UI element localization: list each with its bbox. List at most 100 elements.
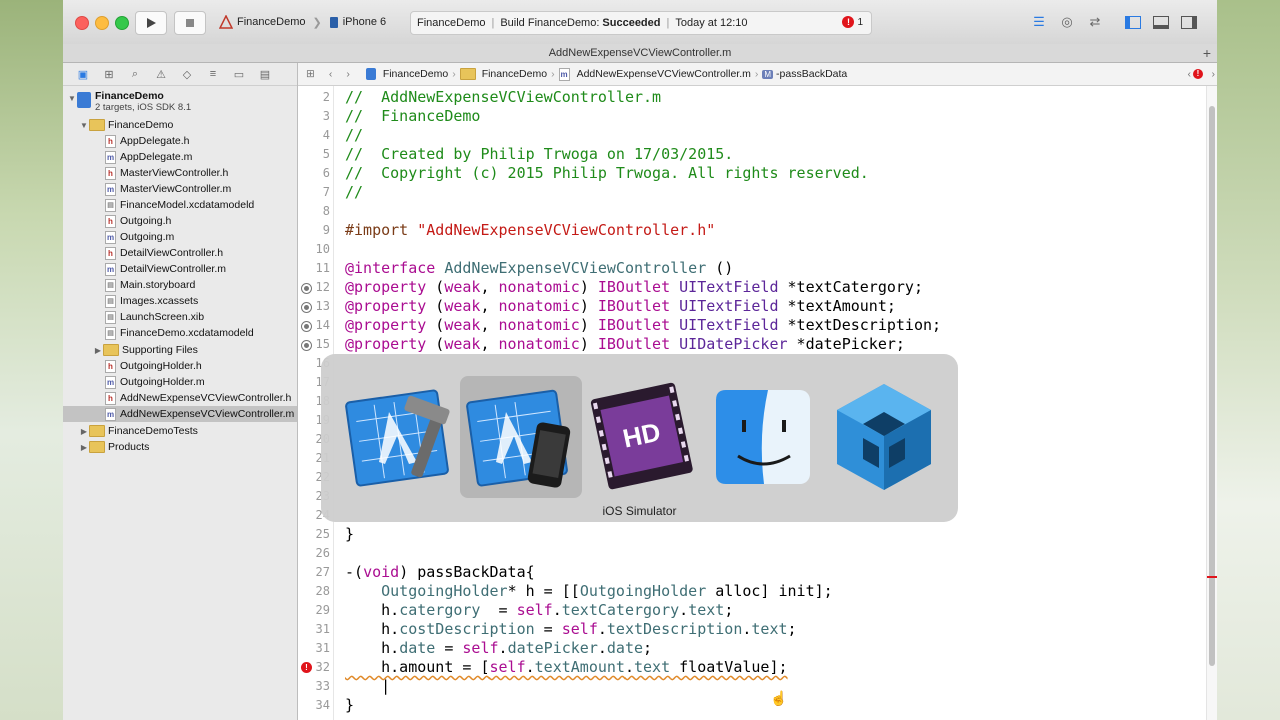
toggle-navigator-button[interactable] (1122, 12, 1144, 32)
disclosure-open-icon[interactable]: ▼ (67, 94, 77, 103)
code-line[interactable]: @property (weak, nonatomic) IBOutlet UIT… (345, 297, 896, 316)
outlet-connection-icon[interactable] (301, 283, 312, 294)
disclosure-closed-icon[interactable]: ▶ (93, 346, 103, 355)
breakpoint-icon[interactable]: ▭ (231, 66, 247, 82)
scheme-selector[interactable]: FinanceDemo ❯ iPhone 6 (219, 12, 386, 32)
forward-icon[interactable]: › (346, 68, 350, 80)
navigator-file[interactable]: h DetailViewController.h (105, 245, 223, 261)
code-line[interactable]: // (345, 126, 363, 145)
switcher-selected-label: iOS Simulator (602, 504, 677, 518)
add-tab-button[interactable]: + (1203, 44, 1211, 62)
jump-bar: ⊞ ‹ › FinanceDemo › FinanceDemo › m AddN… (298, 63, 1217, 86)
code-line[interactable]: // AddNewExpenseVCViewController.m (345, 88, 661, 107)
code-line[interactable]: @property (weak, nonatomic) IBOutlet UIT… (345, 278, 923, 297)
warning-icon[interactable]: ⚠ (153, 66, 169, 82)
zoom-window-button[interactable] (115, 16, 129, 30)
navigator-file[interactable]: m Outgoing.m (105, 229, 174, 245)
symbol-navigator-icon[interactable]: ⊞ (101, 66, 117, 82)
next-issue-icon[interactable]: › (1212, 68, 1216, 80)
outlet-connection-icon[interactable] (301, 321, 312, 332)
navigator-group[interactable]: ▶ Supporting Files (93, 342, 198, 358)
navigator-file[interactable]: ▤ FinanceModel.xcdatamodeld (105, 197, 254, 213)
previous-issue-icon[interactable]: ‹ (1188, 68, 1192, 80)
disclosure-closed-icon[interactable]: ▶ (79, 443, 89, 452)
app-slot-hd-video[interactable]: HD (581, 376, 703, 498)
code-line[interactable]: } (345, 696, 354, 715)
app-slot-finder[interactable] (702, 376, 824, 498)
navigator-file[interactable]: m OutgoingHolder.m (105, 374, 205, 390)
editor-scrollbar[interactable] (1206, 86, 1217, 720)
jumpbar-group[interactable]: FinanceDemo (459, 68, 547, 80)
related-items-icon[interactable]: ⊞ (306, 68, 315, 80)
version-editor-button[interactable]: ⇄ (1084, 12, 1106, 32)
error-icon[interactable]: ! (1193, 69, 1203, 79)
navigator-file[interactable]: m DetailViewController.m (105, 261, 226, 277)
issue-badge[interactable]: ! 1 (842, 16, 863, 28)
outlet-connection-icon[interactable] (301, 340, 312, 351)
standard-editor-button[interactable]: ☰ (1028, 12, 1050, 32)
navigator-file[interactable]: h AddNewExpenseVCViewController.h (105, 390, 291, 406)
navigator-file[interactable]: m AppDelegate.m (105, 149, 192, 165)
code-line[interactable]: // (345, 183, 363, 202)
code-line[interactable]: h.amount = [self.textAmount.text floatVa… (345, 658, 787, 677)
project-root[interactable]: ▼ FinanceDemo 2 targets, iOS SDK 8.1 (67, 90, 191, 116)
folder-icon (89, 425, 105, 437)
error-icon[interactable]: ! (301, 662, 312, 673)
tab-current-file[interactable]: AddNewExpenseVCViewController.m (549, 47, 732, 59)
code-line[interactable]: // Copyright (c) 2015 Philip Trwoga. All… (345, 164, 869, 183)
report-icon[interactable]: ▤ (257, 66, 273, 82)
code-line[interactable]: @property (weak, nonatomic) IBOutlet UIT… (345, 316, 941, 335)
test-navigator-icon[interactable]: ◇ (179, 66, 195, 82)
app-slot-ios-simulator[interactable] (460, 376, 582, 498)
toggle-utilities-button[interactable] (1178, 12, 1200, 32)
code-line[interactable]: @property (weak, nonatomic) IBOutlet UID… (345, 335, 905, 354)
resource-file-icon: ▤ (105, 326, 116, 340)
jumpbar-project[interactable]: FinanceDemo (365, 68, 448, 80)
code-line[interactable]: #import "AddNewExpenseVCViewController.h… (345, 221, 715, 240)
disclosure-closed-icon[interactable]: ▶ (79, 427, 89, 436)
code-line[interactable]: OutgoingHolder* h = [[OutgoingHolder all… (345, 582, 833, 601)
navigator-file[interactable]: h OutgoingHolder.h (105, 358, 202, 374)
close-window-button[interactable] (75, 16, 89, 30)
stop-button[interactable] (174, 11, 206, 35)
debug-navigator-icon[interactable]: ≡ (205, 66, 221, 82)
minimize-window-button[interactable] (95, 16, 109, 30)
app-slot-virtualbox[interactable] (823, 376, 945, 498)
navigator-file[interactable]: h AppDelegate.h (105, 133, 189, 149)
back-icon[interactable]: ‹ (329, 68, 333, 80)
navigator-file[interactable]: m MasterViewController.m (105, 181, 231, 197)
jumpbar-method[interactable]: M -passBackData (762, 68, 847, 80)
disclosure-open-icon[interactable]: ▼ (79, 121, 89, 130)
code-line[interactable]: @interface AddNewExpenseVCViewController… (345, 259, 733, 278)
navigator-file[interactable]: m AddNewExpenseVCViewController.m (63, 406, 297, 422)
code-line[interactable]: h.costDescription = self.textDescription… (345, 620, 796, 639)
navigator-group[interactable]: ▼ FinanceDemo (79, 117, 173, 133)
navigator-file[interactable]: ▤ Main.storyboard (105, 277, 195, 293)
line-number: 6 (322, 166, 330, 180)
navigator-group[interactable]: ▶ Products (79, 439, 149, 455)
code-line[interactable]: } (345, 525, 354, 544)
folder-icon[interactable]: ▣ (75, 66, 91, 82)
code-line[interactable]: -(void) passBackData{ (345, 563, 535, 582)
navigator-file[interactable]: ▤ FinanceDemo.xcdatamodeld (105, 325, 254, 341)
code-line[interactable]: h.catergory = self.textCatergory.text; (345, 601, 733, 620)
app-slot-xcode[interactable] (339, 376, 461, 498)
toggle-debug-area-button[interactable] (1150, 12, 1172, 32)
code-line[interactable]: // Created by Philip Trwoga on 17/03/201… (345, 145, 733, 164)
jumpbar-file[interactable]: m AddNewExpenseVCViewController.m (558, 67, 751, 81)
navigator-file[interactable]: h MasterViewController.h (105, 165, 228, 181)
run-button[interactable] (135, 11, 167, 35)
outlet-connection-icon[interactable] (301, 302, 312, 313)
assistant-editor-button[interactable]: ◎ (1056, 12, 1078, 32)
code-line[interactable]: // FinanceDemo (345, 107, 480, 126)
scrollbar-thumb[interactable] (1209, 106, 1215, 666)
activity-build-prefix: Build FinanceDemo: (500, 17, 600, 29)
jumpbar-method-label: -passBackData (776, 68, 848, 80)
navigator-file[interactable]: ▤ Images.xcassets (105, 293, 198, 309)
search-icon[interactable]: ⌕ (127, 66, 143, 82)
navigator-group[interactable]: ▶ FinanceDemoTests (79, 423, 198, 439)
navigator-file[interactable]: h Outgoing.h (105, 213, 171, 229)
code-line[interactable]: h.date = self.datePicker.date; (345, 639, 652, 658)
code-line[interactable]: | (345, 677, 390, 696)
navigator-file[interactable]: ▤ LaunchScreen.xib (105, 309, 204, 325)
